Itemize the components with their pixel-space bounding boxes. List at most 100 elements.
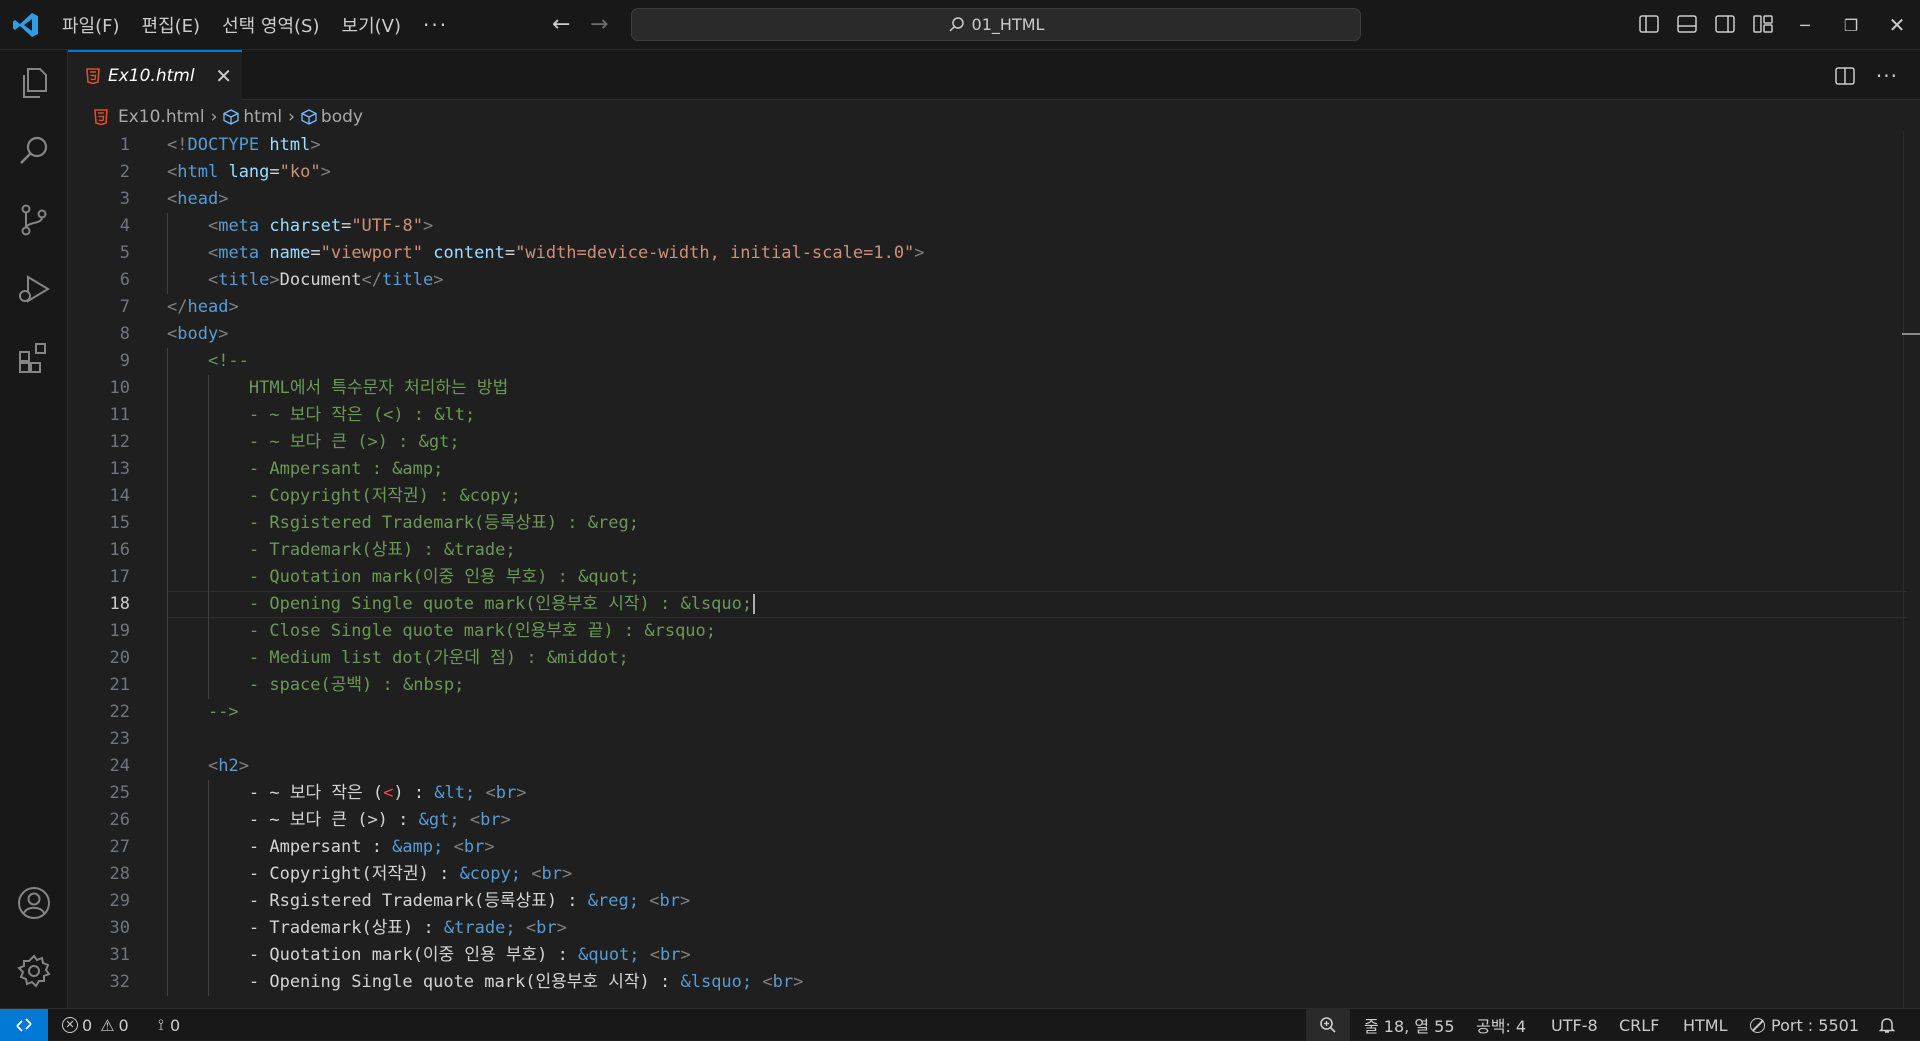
code-line[interactable]: 26 - ~ 보다 큰 (>) : &gt; <br> <box>68 807 1920 834</box>
close-window-icon[interactable]: ✕ <box>1874 0 1920 50</box>
source-control-icon[interactable] <box>16 202 52 238</box>
settings-gear-icon[interactable] <box>16 953 52 989</box>
language-mode[interactable]: HTML <box>1683 1009 1728 1041</box>
code-token: content <box>433 243 505 263</box>
code-line[interactable]: 12 - ~ 보다 큰 (>) : &gt; <box>68 429 1920 456</box>
code-editor[interactable]: 1 <!DOCTYPE html> 2 <html lang="ko"> 3 <head>… <box>68 131 1920 1008</box>
code-line[interactable]: 11 - ~ 보다 작은 (<) : &lt; <box>68 402 1920 429</box>
code-line[interactable]: 16 - Trademark(상표) : &trade; <box>68 537 1920 564</box>
code-line[interactable]: 9 <!-- <box>68 348 1920 375</box>
code-token: = <box>504 243 516 263</box>
code-line[interactable]: 17 - Quotation mark(이중 인용 부호) : &quot; <box>68 564 1920 591</box>
end-of-line[interactable]: CRLF <box>1619 1009 1659 1041</box>
code-line[interactable]: 13 - Ampersant : &amp; <box>68 456 1920 483</box>
remote-indicator[interactable] <box>0 1009 48 1041</box>
forwarded-ports[interactable]: ⟟ 0 <box>158 1009 180 1041</box>
indent-guide <box>167 348 168 996</box>
code-line[interactable]: 27 - Ampersant : &amp; <br> <box>68 834 1920 861</box>
code-line[interactable]: 32 - Opening Single quote mark(인용부호 시작) … <box>68 969 1920 996</box>
breadcrumb-html[interactable]: html <box>243 107 282 127</box>
code-token: > <box>269 270 280 290</box>
code-line[interactable]: 1 <!DOCTYPE html> <box>68 132 1920 159</box>
code-line[interactable]: 7 </head> <box>68 294 1920 321</box>
code-token: charset <box>269 216 342 236</box>
code-line[interactable]: 3 <head> <box>68 186 1920 213</box>
code-line[interactable]: 30 - Trademark(상표) : &trade; <br> <box>68 915 1920 942</box>
live-server-port[interactable]: Port : 5501 <box>1750 1009 1859 1041</box>
problems-indicator[interactable]: ✕ 0 ⚠ 0 <box>62 1009 129 1041</box>
code-line[interactable]: 22 --> <box>68 699 1920 726</box>
run-debug-icon[interactable] <box>16 271 52 307</box>
encoding[interactable]: UTF-8 <box>1551 1009 1598 1041</box>
menu-view[interactable]: 보기(V) <box>342 12 401 38</box>
menu-more[interactable]: ··· <box>423 13 448 37</box>
code-line[interactable]: 25 - ~ 보다 작은 (<) : &lt; <br> <box>68 780 1920 807</box>
code-line[interactable]: 23 <box>68 726 1920 753</box>
code-line[interactable]: 14 - Copyright(저작권) : &copy; <box>68 483 1920 510</box>
breadcrumb: Ex10.html › html › body <box>94 104 363 130</box>
menu-file[interactable]: 파일(F) <box>62 12 120 38</box>
line-number: 11 <box>109 405 130 425</box>
minimize-icon[interactable]: ─ <box>1782 0 1828 50</box>
code-line[interactable]: 2 <html lang="ko"> <box>68 159 1920 186</box>
code-line[interactable]: 6 <title>Document</title> <box>68 267 1920 294</box>
code-token: > <box>433 270 444 290</box>
toggle-secondary-sidebar-icon[interactable] <box>1714 13 1736 35</box>
code-text: HTML에서 특수문자 처리하는 방법 <box>167 375 508 402</box>
code-token: - Copyright(저작권) : &copy; <box>167 486 521 506</box>
code-line[interactable]: 24 <h2> <box>68 753 1920 780</box>
extensions-icon[interactable] <box>16 340 52 376</box>
code-line[interactable]: 31 - Quotation mark(이중 인용 부호) : &quot; <… <box>68 942 1920 969</box>
split-editor-icon[interactable] <box>1834 65 1856 87</box>
code-token: - Close Single quote mark(인용부호 끝) : &rsq… <box>167 621 717 641</box>
back-arrow-icon[interactable]: ← <box>552 12 570 37</box>
code-line[interactable]: 5 <meta name="viewport" content="width=d… <box>68 240 1920 267</box>
code-line[interactable]: 29 - Rsgistered Trademark(등록상표) : &reg; … <box>68 888 1920 915</box>
warning-count: 0 <box>118 1015 129 1035</box>
explorer-icon[interactable] <box>16 65 52 101</box>
line-number: 14 <box>109 486 130 506</box>
layout-controls <box>1638 13 1790 35</box>
command-center-search[interactable]: 01_HTML <box>631 8 1361 41</box>
code-line[interactable]: 18 - Opening Single quote mark(인용부호 시작) … <box>68 591 1920 618</box>
indentation[interactable]: 공백: 4 <box>1476 1009 1526 1041</box>
toggle-primary-sidebar-icon[interactable] <box>1638 13 1660 35</box>
restore-icon[interactable]: ❐ <box>1828 0 1874 50</box>
code-token: - Opening Single quote mark(인용부호 시작) : <box>167 972 681 992</box>
menu-selection[interactable]: 선택 영역(S) <box>222 12 319 38</box>
code-line[interactable]: 15 - Rsgistered Trademark(등록상표) : &reg; <box>68 510 1920 537</box>
tab-ex10-html[interactable]: Ex10.html ✕ <box>68 50 242 100</box>
code-token: - ~ 보다 작은 (<) : &lt; <box>167 405 476 425</box>
code-line[interactable]: 8 <body> <box>68 321 1920 348</box>
code-line[interactable]: 20 - Medium list dot(가운데 점) : &middot; <box>68 645 1920 672</box>
breadcrumb-body[interactable]: body <box>321 107 363 127</box>
code-token: <! <box>167 135 188 155</box>
code-line[interactable]: 21 - space(공백) : &nbsp; <box>68 672 1920 699</box>
more-actions-icon[interactable]: ··· <box>1876 64 1898 88</box>
vscode-logo-icon[interactable] <box>12 11 40 39</box>
remote-icon <box>16 1018 32 1032</box>
code-line[interactable]: 4 <meta charset="UTF-8"> <box>68 213 1920 240</box>
search-view-icon[interactable] <box>16 133 52 169</box>
customize-layout-icon[interactable] <box>1752 13 1774 35</box>
forward-arrow-icon[interactable]: → <box>590 12 608 37</box>
zoom-indicator[interactable] <box>1306 1009 1350 1041</box>
code-token: head <box>177 189 219 209</box>
accounts-icon[interactable] <box>16 885 52 921</box>
code-text: - Medium list dot(가운데 점) : &middot; <box>167 645 629 672</box>
cursor-position[interactable]: 줄 18, 열 55 <box>1364 1009 1455 1041</box>
notifications-bell-icon[interactable] <box>1878 1009 1896 1041</box>
code-token: &lt; <box>434 783 476 803</box>
code-line[interactable]: 19 - Close Single quote mark(인용부호 끝) : &… <box>68 618 1920 645</box>
breadcrumb-file[interactable]: Ex10.html <box>118 107 205 127</box>
code-line[interactable]: 28 - Copyright(저작권) : &copy; <br> <box>68 861 1920 888</box>
code-text: - Opening Single quote mark(인용부호 시작) : &… <box>167 591 756 618</box>
scrollbar-track[interactable] <box>1903 131 1904 1008</box>
menu-edit[interactable]: 편집(E) <box>142 12 201 38</box>
tab-close-icon[interactable]: ✕ <box>215 64 232 88</box>
toggle-panel-icon[interactable] <box>1676 13 1698 35</box>
code-line[interactable]: 10 HTML에서 특수문자 처리하는 방법 <box>68 375 1920 402</box>
